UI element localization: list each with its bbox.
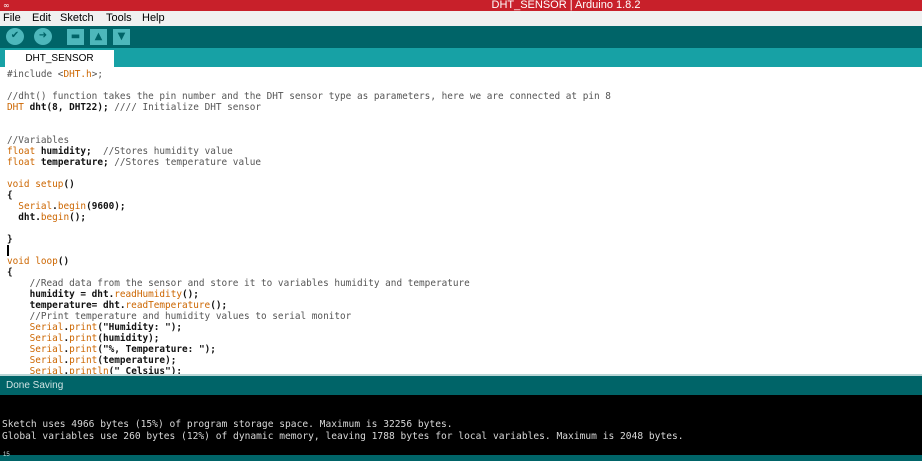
- console-line: Sketch uses 4966 bytes (15%) of program …: [2, 419, 453, 430]
- code-line: //Print temperature and humidity values …: [7, 311, 352, 322]
- console-line: Global variables use 260 bytes (12%) of …: [2, 431, 684, 442]
- save-button[interactable]: ▼: [113, 29, 130, 45]
- new-file-icon: ▬: [70, 31, 81, 42]
- code-line: }: [7, 234, 13, 245]
- toolbar: ✔ ➜ ▬ ▲ ▼: [0, 26, 922, 48]
- code-line: #include <DHT.h>;: [7, 69, 103, 80]
- code-line: DHT dht(8, DHT22); //// Initialize DHT s…: [7, 102, 262, 113]
- checkmark-icon: ✔: [10, 30, 20, 41]
- console-output[interactable]: Sketch uses 4966 bytes (15%) of program …: [0, 395, 922, 455]
- code-editor[interactable]: #include <DHT.h>; //dht() function takes…: [0, 67, 922, 374]
- menu-help[interactable]: Help: [142, 12, 165, 25]
- code-line: Serial.begin(9600);: [18, 201, 126, 212]
- code-line: Serial.print(temperature);: [29, 355, 177, 366]
- menu-bar: File Edit Sketch Tools Help: [0, 11, 922, 27]
- status-bar: Done Saving: [0, 376, 922, 395]
- code-line: Serial.print("%, Temperature: ");: [29, 344, 216, 355]
- code-line: Serial.println(" Celsius");: [29, 366, 182, 374]
- open-button[interactable]: ▲: [90, 29, 107, 45]
- tab-dht-sensor[interactable]: DHT_SENSOR: [5, 50, 114, 67]
- code-line: Serial.print("Humidity: ");: [29, 322, 183, 333]
- verify-button[interactable]: ✔: [6, 28, 24, 45]
- footer-bar: 15: [0, 452, 922, 461]
- code-line: //Read data from the sensor and store it…: [7, 278, 470, 289]
- line-number: 15: [3, 452, 10, 458]
- code-line: float temperature; //Stores temperature …: [7, 157, 262, 168]
- upload-button[interactable]: ➜: [34, 28, 52, 45]
- code-line: {: [7, 190, 13, 201]
- code-line: //Variables: [7, 135, 70, 146]
- code-line: void loop(): [7, 256, 70, 267]
- text-caret: [7, 245, 9, 256]
- menu-file[interactable]: File: [3, 12, 21, 25]
- menu-edit[interactable]: Edit: [32, 12, 51, 25]
- code-line: void setup(): [7, 179, 75, 190]
- window-title: DHT_SENSOR | Arduino 1.8.2: [491, 0, 641, 11]
- code-line: dht.begin();: [7, 212, 87, 223]
- title-bar: ∞ DHT_SENSOR | Arduino 1.8.2: [0, 0, 922, 11]
- code-line: //dht() function takes the pin number an…: [7, 91, 611, 102]
- code-line: Serial.print(humidity);: [29, 333, 160, 344]
- new-button[interactable]: ▬: [67, 29, 84, 45]
- menu-tools[interactable]: Tools: [106, 12, 132, 25]
- open-arrow-up-icon: ▲: [94, 31, 103, 42]
- code-line: temperature= dht.readTemperature();: [7, 300, 228, 311]
- code-line: float humidity; //Stores humidity value: [7, 146, 233, 157]
- arrow-right-icon: ➜: [38, 30, 48, 41]
- menu-sketch[interactable]: Sketch: [60, 12, 94, 25]
- tab-bar: DHT_SENSOR: [0, 48, 922, 67]
- save-arrow-down-icon: ▼: [117, 31, 126, 42]
- status-message: Done Saving: [6, 380, 64, 391]
- code-line: {: [7, 267, 13, 278]
- code-line: humidity = dht.readHumidity();: [7, 289, 199, 300]
